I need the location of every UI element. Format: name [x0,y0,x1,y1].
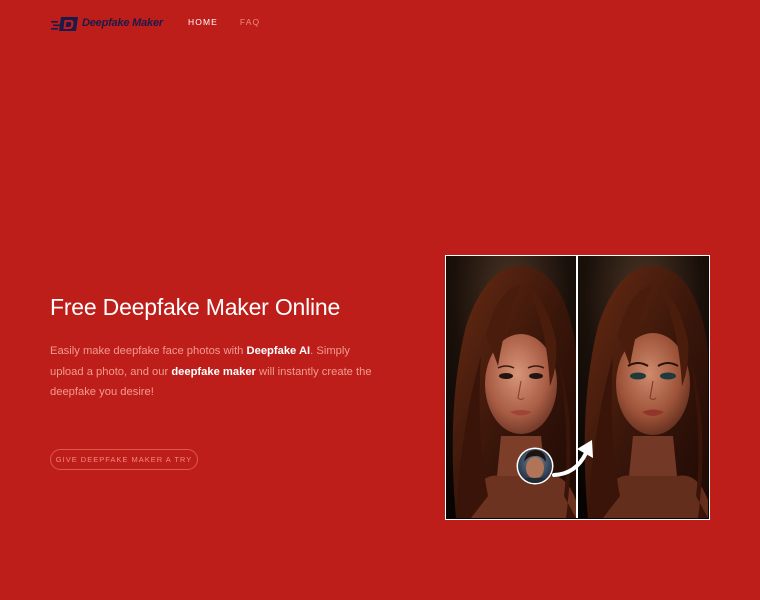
hero-desc-highlight: deepfake maker [171,365,256,378]
hero-description: Easily make deepfake face photos with De… [50,341,380,403]
hero-title: Free Deepfake Maker Online [50,294,341,320]
try-deepfake-button[interactable]: GIVE DEEPFAKE MAKER A TRY [50,449,198,470]
logo-text: Deepfake Maker [82,17,163,29]
hero-desc-text: Easily make deepfake face photos with [50,345,247,357]
original-face-photo [446,256,576,518]
deepfake-result-photo [578,256,708,518]
nav-home[interactable]: HOME [188,17,218,27]
face-swap-illustration [446,256,708,518]
logo[interactable]: Deepfake Maker [51,14,163,32]
page: Deepfake Maker HOME FAQ Free Deepfake Ma… [0,0,760,600]
main-nav: HOME FAQ [188,17,260,27]
face-swap-preview [445,255,710,520]
hero-desc-highlight: Deepfake AI [246,345,311,357]
deepfake-logo-icon [51,16,78,31]
nav-faq[interactable]: FAQ [240,17,260,27]
